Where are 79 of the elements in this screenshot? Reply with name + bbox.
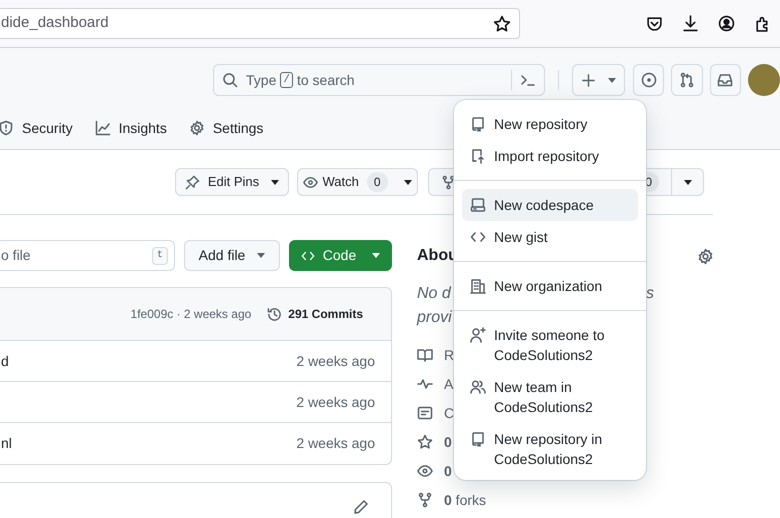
edit-pins-button[interactable]: Edit Pins bbox=[175, 168, 289, 196]
person-add-icon bbox=[470, 327, 486, 343]
search-icon bbox=[222, 72, 238, 88]
search-field[interactable]: Type / to search bbox=[213, 64, 546, 96]
file-name[interactable]: d bbox=[1, 350, 9, 372]
issues-button[interactable] bbox=[633, 64, 664, 96]
repo-tab[interactable]: Security bbox=[0, 112, 73, 144]
pocket-icon bbox=[646, 15, 663, 32]
inbox-icon bbox=[717, 72, 734, 88]
graph-icon bbox=[94, 120, 111, 136]
people-icon bbox=[470, 379, 486, 395]
caret-icon bbox=[372, 253, 380, 258]
menu-item[interactable]: New team in CodeSolutions2 bbox=[462, 371, 638, 423]
menu-item[interactable]: New repository in CodeSolutions2 bbox=[462, 423, 638, 475]
book-icon bbox=[470, 116, 486, 132]
pencil-icon bbox=[353, 499, 369, 515]
avatar[interactable] bbox=[748, 64, 780, 96]
about-link[interactable]: C bbox=[444, 402, 454, 424]
pin-icon bbox=[184, 174, 200, 190]
settings-icon bbox=[697, 248, 714, 264]
open-book-icon bbox=[417, 347, 433, 363]
about-link[interactable]: 0 bbox=[444, 432, 452, 452]
laptop-icon bbox=[470, 197, 486, 213]
about-link[interactable]: R bbox=[444, 344, 454, 366]
repo-tab[interactable]: Insights bbox=[94, 112, 167, 144]
pull-request-icon bbox=[679, 72, 696, 88]
eye-icon bbox=[303, 174, 318, 190]
file-time: 2 weeks ago bbox=[296, 392, 375, 412]
caret-icon bbox=[257, 253, 266, 258]
description-text: No d bbox=[417, 284, 451, 304]
caret-icon bbox=[271, 180, 280, 184]
caret-icon bbox=[608, 78, 616, 82]
settings-icon bbox=[188, 120, 205, 136]
search-placeholder: Type / to search bbox=[246, 70, 355, 90]
menu-item[interactable]: Import repository bbox=[462, 140, 638, 172]
about-link[interactable]: 0 forks bbox=[444, 490, 486, 510]
import-icon bbox=[470, 148, 486, 164]
add-file-button[interactable]: Add file bbox=[184, 240, 280, 271]
description-text: s bbox=[646, 284, 654, 304]
about-link[interactable]: A bbox=[444, 374, 454, 394]
commits-link[interactable]: 291 Commits bbox=[267, 305, 363, 323]
description-text: provi bbox=[417, 309, 452, 326]
create-new-button[interactable] bbox=[572, 64, 626, 96]
eye-icon bbox=[417, 463, 433, 479]
shield-icon bbox=[0, 120, 14, 136]
watch-button[interactable]: Watch 0 bbox=[297, 168, 418, 196]
book-icon bbox=[470, 431, 486, 447]
caret-icon bbox=[684, 180, 692, 184]
menu-item[interactable]: New gist bbox=[462, 221, 638, 253]
file-time: 2 weeks ago bbox=[296, 352, 375, 371]
commit-info: 1fe009c · 2 weeks ago bbox=[130, 306, 252, 323]
account-icon bbox=[718, 15, 735, 32]
history-icon bbox=[267, 306, 282, 322]
shortcut-key: t bbox=[152, 246, 168, 264]
code-button[interactable]: Code bbox=[289, 240, 392, 271]
note-icon bbox=[417, 405, 433, 421]
file-search-field[interactable]: o file t bbox=[0, 240, 175, 271]
star-icon bbox=[493, 14, 511, 32]
address-bar[interactable]: dide_dashboard bbox=[0, 8, 520, 39]
count-badge: 0 bbox=[366, 172, 388, 192]
search-placeholder: o file bbox=[0, 246, 32, 265]
star-icon bbox=[417, 434, 433, 450]
repo-tab[interactable]: Settings bbox=[188, 112, 264, 144]
plus-icon bbox=[581, 72, 596, 88]
about-link[interactable]: 0 bbox=[444, 460, 452, 482]
issue-icon bbox=[640, 72, 657, 88]
building-icon bbox=[470, 278, 486, 294]
caret-icon bbox=[404, 180, 412, 184]
download-icon bbox=[682, 15, 699, 32]
url-text: dide_dashboard bbox=[1, 13, 110, 34]
file-name[interactable]: nl bbox=[1, 433, 12, 454]
inbox-button[interactable] bbox=[710, 64, 742, 96]
file-time: 2 weeks ago bbox=[296, 434, 375, 453]
menu-item[interactable]: Invite someone to CodeSolutions2 bbox=[462, 319, 638, 371]
menu-item[interactable]: New codespace bbox=[462, 189, 638, 221]
menu-item[interactable]: New repository bbox=[462, 108, 638, 140]
pull-requests-button[interactable] bbox=[671, 64, 703, 96]
fork-icon bbox=[417, 492, 433, 508]
menu-item[interactable]: New organization bbox=[462, 270, 638, 302]
